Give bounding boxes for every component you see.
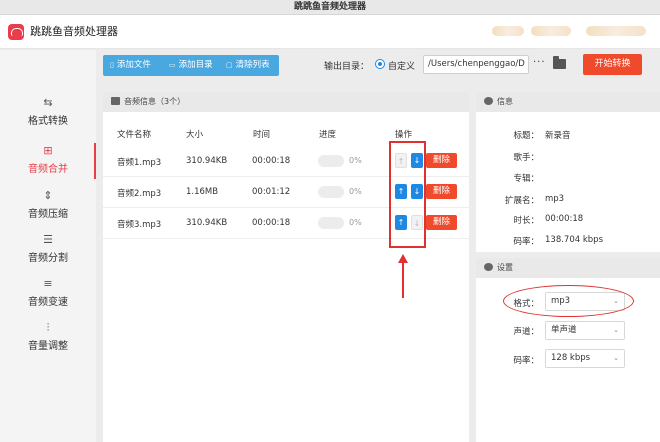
info-bitrate-value: 138.704 kbps bbox=[545, 235, 603, 245]
more-button[interactable]: ··· bbox=[533, 57, 546, 68]
column-header-time: 时间 bbox=[253, 130, 271, 140]
blurred-area bbox=[531, 26, 571, 36]
app-header: 跳跳鱼音频处理器 bbox=[0, 15, 660, 49]
sidebar-item-format-convert[interactable]: ⇆ 格式转换 bbox=[0, 91, 96, 135]
custom-radio-label: 自定义 bbox=[388, 62, 416, 72]
sidebar-item-split[interactable]: ☰ 音频分割 bbox=[0, 228, 96, 272]
file-size: 310.94KB bbox=[186, 218, 228, 228]
file-size: 1.16MB bbox=[186, 187, 219, 197]
column-header-name: 文件名称 bbox=[117, 130, 152, 140]
progress-text: 0% bbox=[349, 156, 362, 165]
file-name: 音频2.mp3 bbox=[117, 189, 162, 199]
output-dir-label: 输出目录： bbox=[324, 62, 370, 72]
sidebar-item-label: 音频变速 bbox=[28, 297, 68, 308]
progress-bar bbox=[318, 217, 344, 229]
info-album-label: 专辑： bbox=[513, 174, 539, 184]
chevron-down-icon: ⌄ bbox=[613, 354, 619, 362]
info-title-value: 新录音 bbox=[545, 131, 571, 141]
arrow-annotation bbox=[402, 262, 404, 298]
settings-panel-header: 设置 bbox=[476, 258, 660, 278]
sidebar-item-label: 格式转换 bbox=[28, 116, 68, 127]
info-ext-value: mp3 bbox=[545, 194, 565, 204]
folder-icon[interactable] bbox=[553, 56, 566, 69]
speed-icon: ≡ bbox=[43, 277, 53, 290]
file-size: 310.94KB bbox=[186, 156, 228, 166]
info-title-label: 标题： bbox=[513, 131, 539, 141]
file-time: 00:00:18 bbox=[252, 156, 291, 166]
start-convert-button[interactable]: 开始转换 bbox=[583, 54, 642, 75]
sidebar-item-speed[interactable]: ≡ 音频变速 bbox=[0, 272, 96, 316]
sidebar-item-label: 音频合并 bbox=[28, 164, 68, 175]
highlight-box-annotation bbox=[389, 141, 426, 248]
clear-list-button[interactable]: ▢ 清除列表 bbox=[226, 55, 270, 76]
sidebar-item-label: 音量调整 bbox=[28, 341, 68, 352]
sidebar-item-compress[interactable]: ⇕ 音频压缩 bbox=[0, 184, 96, 228]
channel-label: 声道： bbox=[513, 327, 539, 337]
volume-icon: ⫶ bbox=[46, 321, 50, 334]
info-panel-header: 信息 bbox=[476, 92, 660, 112]
window-title: 跳跳鱼音频处理器 bbox=[0, 0, 660, 15]
info-ext-label: 扩展名： bbox=[504, 196, 539, 206]
image-icon bbox=[111, 97, 120, 105]
sidebar-item-label: 音频压缩 bbox=[28, 209, 68, 220]
toolbar-button-group: ▯ 添加文件 ▭ 添加目录 ▢ 清除列表 bbox=[103, 55, 279, 76]
file-icon: ▯ bbox=[110, 61, 114, 69]
custom-radio[interactable] bbox=[375, 59, 385, 69]
audio-list-header: 音频信息（3个） bbox=[103, 92, 469, 112]
progress-bar bbox=[318, 186, 344, 198]
progress-bar bbox=[318, 155, 344, 167]
add-file-button[interactable]: ▯ 添加文件 bbox=[110, 55, 151, 76]
column-header-action: 操作 bbox=[395, 130, 413, 140]
info-bitrate-label: 码率： bbox=[513, 237, 539, 247]
sidebar: ⇆ 格式转换 ⊞ 音频合并 ⇕ 音频压缩 ☰ 音频分割 ≡ 音频变速 ⫶ 音量调… bbox=[0, 50, 96, 442]
blurred-area bbox=[492, 26, 524, 36]
gear-icon bbox=[484, 97, 493, 105]
info-artist-label: 歌手： bbox=[513, 153, 539, 163]
blurred-area bbox=[586, 26, 646, 36]
file-name: 音频1.mp3 bbox=[117, 158, 162, 168]
bitrate-select[interactable]: 128 kbps ⌄ bbox=[545, 349, 625, 368]
format-convert-icon: ⇆ bbox=[43, 96, 53, 109]
channel-select[interactable]: 单声道 ⌄ bbox=[545, 321, 625, 340]
output-path-input[interactable]: /Users/chenpenggao/D bbox=[423, 55, 529, 74]
delete-button[interactable]: 删除 bbox=[426, 153, 457, 168]
file-time: 00:01:12 bbox=[252, 187, 291, 197]
file-name: 音频3.mp3 bbox=[117, 220, 162, 230]
sidebar-item-merge[interactable]: ⊞ 音频合并 bbox=[0, 139, 96, 183]
trash-icon: ▢ bbox=[226, 61, 233, 69]
progress-text: 0% bbox=[349, 187, 362, 196]
info-duration-value: 00:00:18 bbox=[545, 214, 584, 224]
merge-icon: ⊞ bbox=[43, 144, 53, 157]
column-header-size: 大小 bbox=[186, 130, 204, 140]
chevron-down-icon: ⌄ bbox=[613, 326, 619, 334]
file-time: 00:00:18 bbox=[252, 218, 291, 228]
split-icon: ☰ bbox=[43, 233, 53, 246]
bitrate-label: 码率： bbox=[513, 356, 539, 366]
sidebar-item-volume[interactable]: ⫶ 音量调整 bbox=[0, 316, 96, 360]
app-name: 跳跳鱼音频处理器 bbox=[30, 25, 118, 38]
column-header-progress: 进度 bbox=[319, 130, 337, 140]
progress-text: 0% bbox=[349, 218, 362, 227]
highlight-ellipse-annotation bbox=[503, 285, 634, 317]
gear-icon bbox=[484, 263, 493, 271]
folder-small-icon: ▭ bbox=[169, 61, 176, 69]
delete-button[interactable]: 删除 bbox=[426, 184, 457, 199]
info-duration-label: 时长： bbox=[513, 216, 539, 226]
add-dir-button[interactable]: ▭ 添加目录 bbox=[169, 55, 213, 76]
sidebar-item-label: 音频分割 bbox=[28, 253, 68, 264]
delete-button[interactable]: 删除 bbox=[426, 215, 457, 230]
app-logo-icon bbox=[8, 24, 24, 40]
compress-icon: ⇕ bbox=[43, 189, 53, 202]
